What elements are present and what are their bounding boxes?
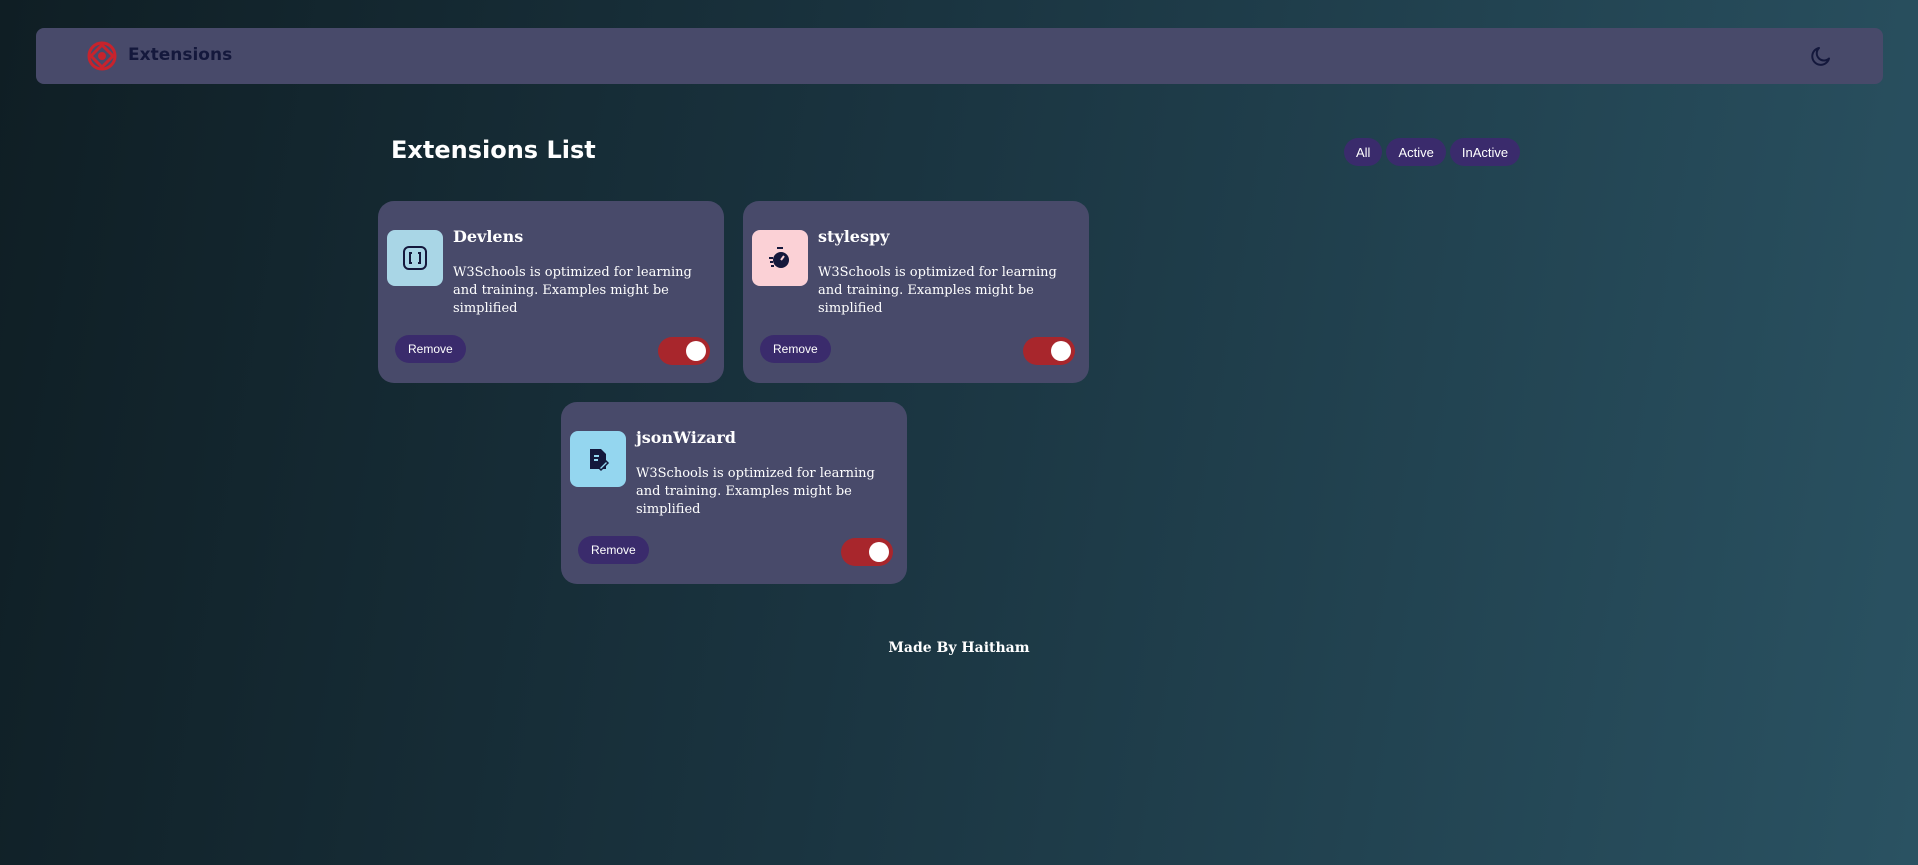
extension-description: W3Schools is optimized for learning and … bbox=[818, 265, 1057, 316]
toggle-knob bbox=[1051, 341, 1071, 361]
toggle-knob bbox=[869, 542, 889, 562]
remove-button[interactable]: Remove bbox=[760, 335, 831, 363]
filter-active-button[interactable]: Active bbox=[1386, 138, 1446, 166]
extension-card-stylespy: stylespy W3Schools is optimized for lear… bbox=[743, 201, 1089, 383]
toggle-knob bbox=[686, 341, 706, 361]
active-toggle[interactable] bbox=[1023, 337, 1075, 365]
document-edit-icon bbox=[570, 431, 626, 487]
active-toggle[interactable] bbox=[841, 538, 893, 566]
filter-all-button[interactable]: All bbox=[1344, 138, 1383, 166]
extension-description: W3Schools is optimized for learning and … bbox=[453, 265, 692, 316]
filter-inactive-button[interactable]: InActive bbox=[1449, 138, 1521, 166]
extension-name: Devlens bbox=[453, 227, 524, 246]
remove-button[interactable]: Remove bbox=[578, 536, 649, 564]
extension-card-devlens: Devlens W3Schools is optimized for learn… bbox=[378, 201, 724, 383]
extension-name: jsonWizard bbox=[636, 428, 736, 447]
extensions-logo-icon bbox=[86, 40, 118, 72]
extension-card-jsonwizard: jsonWizard W3Schools is optimized for le… bbox=[561, 402, 907, 584]
extension-name: stylespy bbox=[818, 227, 890, 246]
moon-icon[interactable] bbox=[1809, 44, 1833, 68]
extension-description: W3Schools is optimized for learning and … bbox=[636, 466, 875, 517]
top-bar: Extensions bbox=[36, 28, 1883, 84]
brand-title: Extensions bbox=[128, 45, 233, 65]
footer-credit: Made By Haitham bbox=[888, 640, 1030, 656]
remove-button[interactable]: Remove bbox=[395, 335, 466, 363]
active-toggle[interactable] bbox=[658, 337, 710, 365]
filter-group: All Active InActive bbox=[1344, 138, 1521, 166]
stopwatch-icon bbox=[752, 230, 808, 286]
page-title: Extensions List bbox=[391, 136, 596, 164]
brackets-icon bbox=[387, 230, 443, 286]
